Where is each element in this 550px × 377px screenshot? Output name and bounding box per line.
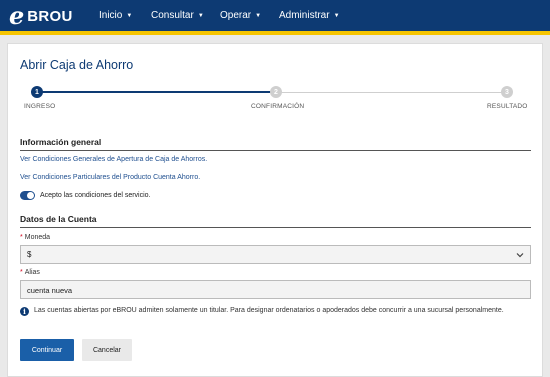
stepper-pending-line: [276, 92, 506, 93]
nav-administrar[interactable]: Administrar ▼: [279, 0, 340, 31]
nav-inicio[interactable]: Inicio ▼: [99, 0, 132, 31]
stepper-progress-line: [37, 91, 277, 93]
caret-down-icon: ▼: [333, 12, 340, 19]
info-icon: i: [20, 307, 29, 316]
ebrou-logo[interactable]: e BROU: [9, 4, 73, 28]
currency-select[interactable]: $: [20, 245, 531, 264]
main-panel: Abrir Caja de Ahorro 1 2 3 INGRESO CONFI…: [7, 43, 543, 377]
section-divider: [20, 227, 531, 228]
page-title: Abrir Caja de Ahorro: [20, 58, 134, 72]
nav-consultar[interactable]: Consultar ▼: [151, 0, 204, 31]
top-navbar: e BROU Inicio ▼ Consultar ▼ Operar ▼ Adm…: [0, 0, 550, 31]
alias-label: * Alias: [20, 269, 40, 276]
nav-inicio-label: Inicio: [99, 10, 123, 21]
step-2-dot: 2: [270, 86, 282, 98]
brand-stripe: [0, 31, 550, 35]
section-divider: [20, 150, 531, 151]
logo-mark: e: [9, 1, 25, 30]
step-1-dot: 1: [31, 86, 43, 98]
caret-down-icon: ▼: [126, 12, 133, 19]
currency-label: * Moneda: [20, 234, 50, 241]
section-title-general: Información general: [20, 137, 102, 147]
currency-select-value: $: [27, 250, 32, 259]
continue-button[interactable]: Continuar: [20, 339, 74, 361]
logo-text: BROU: [27, 7, 73, 25]
caret-down-icon: ▼: [197, 12, 204, 19]
info-notice: Las cuentas abiertas por eBROU admiten s…: [34, 307, 504, 314]
link-conditions-particular[interactable]: Ver Condiciones Particulares del Product…: [20, 174, 200, 181]
toggle-knob: [27, 192, 34, 199]
chevron-down-icon: [516, 253, 524, 258]
caret-down-icon: ▼: [255, 12, 262, 19]
nav-consultar-label: Consultar: [151, 10, 194, 21]
nav-administrar-label: Administrar: [279, 10, 330, 21]
alias-input[interactable]: cuenta nueva: [20, 280, 531, 299]
accept-conditions-toggle[interactable]: [20, 191, 35, 200]
section-title-account: Datos de la Cuenta: [20, 214, 97, 224]
step-1-label: INGRESO: [24, 103, 56, 110]
required-mark: *: [20, 234, 23, 241]
currency-label-text: Moneda: [24, 234, 51, 241]
accept-conditions-label: Acepto las condiciones del servicio.: [40, 192, 151, 199]
required-mark: *: [20, 269, 23, 276]
nav-operar-label: Operar: [220, 10, 252, 21]
step-2-label: CONFIRMACIÓN: [251, 103, 305, 110]
step-3-dot: 3: [501, 86, 513, 98]
cancel-button[interactable]: Cancelar: [82, 339, 132, 361]
alias-label-text: Alias: [24, 269, 40, 276]
nav-operar[interactable]: Operar ▼: [220, 0, 261, 31]
link-conditions-general[interactable]: Ver Condiciones Generales de Apertura de…: [20, 156, 207, 163]
step-3-label: RESULTADO: [487, 103, 528, 110]
